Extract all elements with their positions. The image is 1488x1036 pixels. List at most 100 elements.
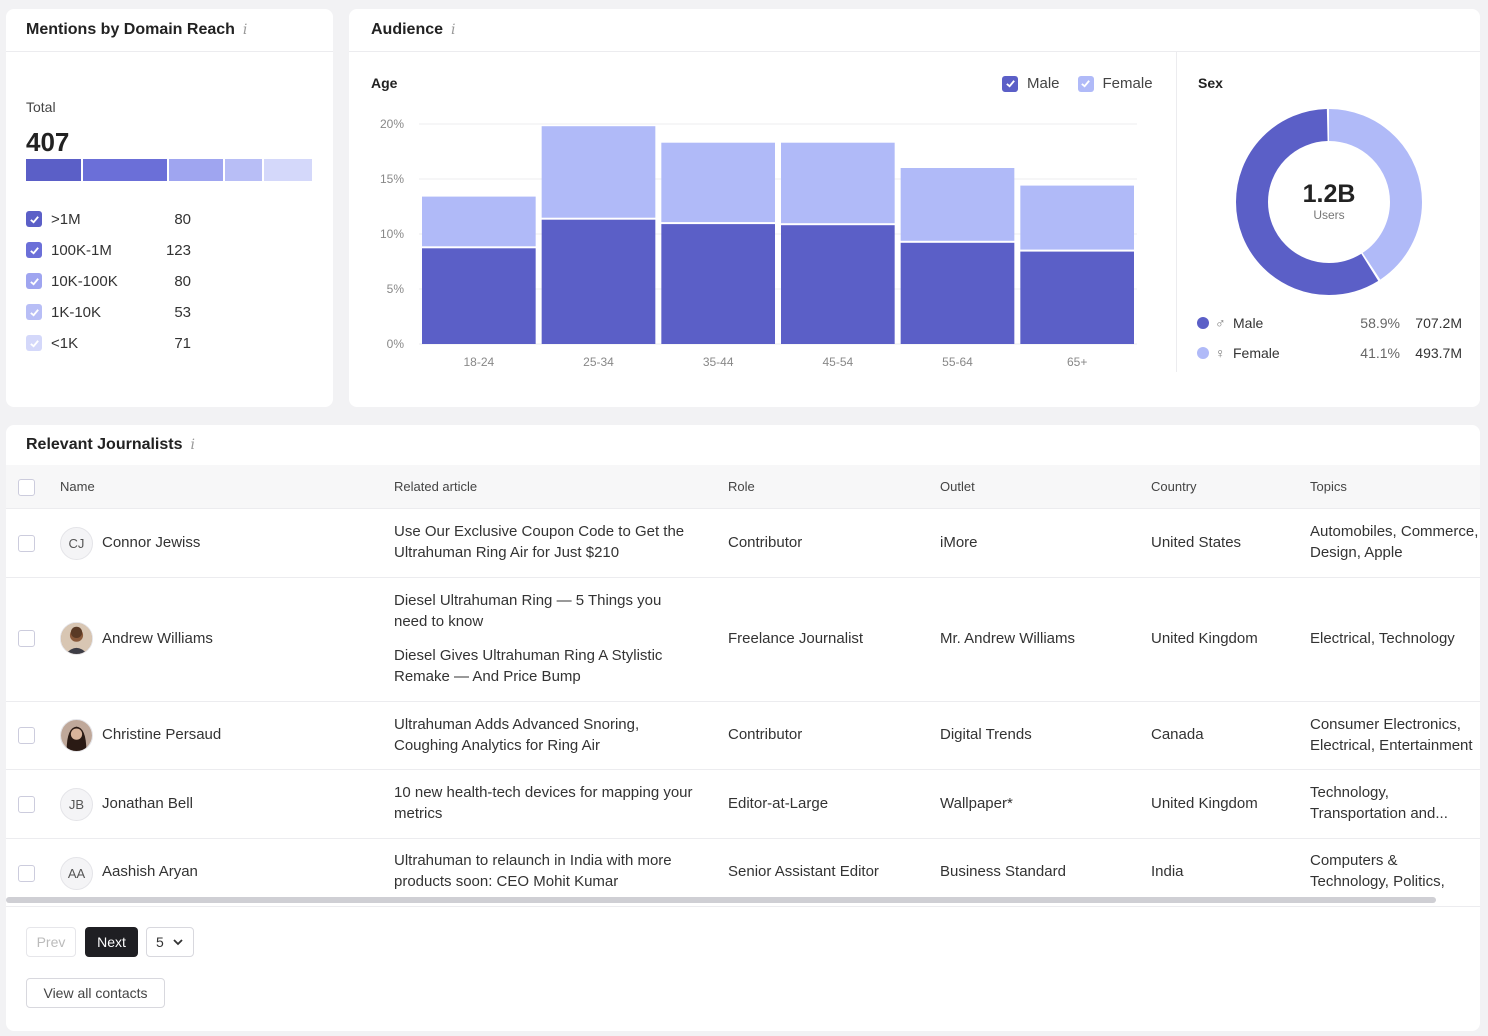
related-article[interactable]: 10 new health-tech devices for mapping y… xyxy=(394,782,694,824)
outlet: Mr. Andrew Williams xyxy=(940,630,1076,647)
related-article[interactable]: Ultrahuman to relaunch in India with mor… xyxy=(394,850,694,892)
y-tick-label: 5% xyxy=(387,282,405,296)
sex-legend-female: ♀ Female 41.1% 493.7M xyxy=(1197,342,1462,364)
info-icon[interactable]: i xyxy=(451,22,455,38)
bar-male[interactable] xyxy=(781,225,895,344)
reach-checkbox[interactable] xyxy=(26,211,42,227)
reach-checkbox[interactable] xyxy=(26,304,42,320)
domain-reach-bar xyxy=(26,159,312,181)
bar-female[interactable] xyxy=(781,142,895,224)
bar-female[interactable] xyxy=(661,142,775,223)
country: United Kingdom xyxy=(1151,630,1258,647)
journalists-title: Relevant Journalists i xyxy=(26,436,195,453)
related-article[interactable]: Diesel Gives Ultrahuman Ring A Stylistic… xyxy=(394,645,694,687)
x-tick-label: 65+ xyxy=(1067,355,1087,369)
bar-male[interactable] xyxy=(541,219,656,344)
reach-legend-row: 1K-10K 53 xyxy=(26,301,191,323)
table-row[interactable]: JB Jonathan Bell 10 new health-tech devi… xyxy=(6,770,1480,839)
col-name[interactable]: Name xyxy=(60,479,95,494)
info-icon[interactable]: i xyxy=(191,437,195,453)
table-row[interactable]: AA Aashish Aryan Ultrahuman to relaunch … xyxy=(6,839,1480,897)
table-row[interactable]: Christine Persaud Ultrahuman Adds Advanc… xyxy=(6,702,1480,770)
reach-count: 71 xyxy=(174,334,191,352)
reach-legend-row: >1M 80 xyxy=(26,208,191,230)
row-checkbox[interactable] xyxy=(18,727,35,744)
donut-label: Users xyxy=(1313,208,1344,222)
table-row[interactable]: CJ Connor Jewiss Use Our Exclusive Coupo… xyxy=(6,509,1480,578)
reach-segment xyxy=(82,159,167,181)
male-icon: ♂ xyxy=(1215,315,1226,331)
female-dot xyxy=(1197,347,1209,359)
audience-title: Audience i xyxy=(371,21,456,38)
journalist-name[interactable]: Andrew Williams xyxy=(102,628,213,649)
reach-segment xyxy=(225,159,262,181)
journalist-name[interactable]: Aashish Aryan xyxy=(102,861,198,882)
col-outlet[interactable]: Outlet xyxy=(940,479,975,494)
role: Senior Assistant Editor xyxy=(728,863,879,880)
table-row[interactable]: Andrew Williams Diesel Ultrahuman Ring —… xyxy=(6,578,1480,702)
info-icon[interactable]: i xyxy=(243,22,247,38)
role: Contributor xyxy=(728,534,803,551)
y-tick-label: 0% xyxy=(387,337,405,351)
male-legend-checkbox[interactable] xyxy=(1002,75,1018,92)
audience-card: Audience i Age Male Female 0% 5% 10% 15% 20%… xyxy=(349,9,1480,407)
avatar: JB xyxy=(60,788,93,821)
reach-checkbox[interactable] xyxy=(26,273,42,289)
next-button[interactable]: Next xyxy=(85,927,138,957)
col-article[interactable]: Related article xyxy=(394,479,477,494)
table-header: Name Related article Role Outlet Country… xyxy=(6,465,1480,509)
horizontal-scrollbar[interactable] xyxy=(6,897,1436,903)
view-all-contacts-button[interactable]: View all contacts xyxy=(26,978,165,1008)
bar-female[interactable] xyxy=(1020,185,1134,250)
outlet: Wallpaper* xyxy=(940,795,1013,812)
related-article[interactable]: Ultrahuman Adds Advanced Snoring, Coughi… xyxy=(394,714,684,756)
country: United States xyxy=(1151,534,1242,551)
row-checkbox[interactable] xyxy=(18,535,35,552)
country: India xyxy=(1151,863,1184,880)
col-topics[interactable]: Topics xyxy=(1310,479,1347,494)
x-tick-label: 35-44 xyxy=(703,355,734,369)
outlet: Business Standard xyxy=(940,863,1066,880)
reach-checkbox[interactable] xyxy=(26,242,42,258)
journalist-name[interactable]: Christine Persaud xyxy=(102,724,221,745)
sex-title: Sex xyxy=(1198,75,1223,91)
journalist-name[interactable]: Connor Jewiss xyxy=(102,532,200,553)
page-size-select[interactable]: 5 xyxy=(146,927,194,957)
mentions-card: Mentions by Domain Reach i Total 407 >1M… xyxy=(6,9,333,407)
bar-male[interactable] xyxy=(900,242,1015,344)
bar-female[interactable] xyxy=(422,196,536,247)
role: Editor-at-Large xyxy=(728,795,829,812)
related-article[interactable]: Diesel Ultrahuman Ring — 5 Things you ne… xyxy=(394,590,694,632)
row-checkbox[interactable] xyxy=(18,865,35,882)
male-dot xyxy=(1197,317,1209,329)
role: Contributor xyxy=(728,726,803,743)
male-legend-label: Male xyxy=(1027,75,1060,92)
reach-legend-row: 10K-100K 80 xyxy=(26,270,191,292)
outlet: iMore xyxy=(940,534,978,551)
col-country[interactable]: Country xyxy=(1151,479,1197,494)
country: United Kingdom xyxy=(1151,795,1258,812)
bar-male[interactable] xyxy=(1020,251,1134,344)
avatar: AA xyxy=(60,857,93,890)
bar-female[interactable] xyxy=(541,126,656,218)
row-checkbox[interactable] xyxy=(18,796,35,813)
reach-checkbox[interactable] xyxy=(26,335,42,351)
bar-female[interactable] xyxy=(900,168,1015,241)
reach-legend-row: <1K 71 xyxy=(26,332,191,354)
row-checkbox[interactable] xyxy=(18,630,35,647)
prev-button[interactable]: Prev xyxy=(26,927,76,957)
x-tick-label: 45-54 xyxy=(822,355,853,369)
related-article[interactable]: Use Our Exclusive Coupon Code to Get the… xyxy=(394,521,704,563)
female-legend-checkbox[interactable] xyxy=(1077,75,1094,92)
select-all-checkbox[interactable] xyxy=(18,479,35,496)
bar-male[interactable] xyxy=(422,248,536,344)
topics: Consumer Electronics, Electrical, Entert… xyxy=(1310,716,1473,754)
col-role[interactable]: Role xyxy=(728,479,755,494)
donut-total: 1.2B xyxy=(1303,180,1356,208)
avatar xyxy=(60,622,93,655)
topics: Automobiles, Commerce, Design, Apple Pro… xyxy=(1310,523,1479,561)
outlet: Digital Trends xyxy=(940,726,1032,743)
reach-label: 1K-10K xyxy=(51,303,102,321)
bar-male[interactable] xyxy=(661,224,775,344)
journalist-name[interactable]: Jonathan Bell xyxy=(102,793,193,814)
